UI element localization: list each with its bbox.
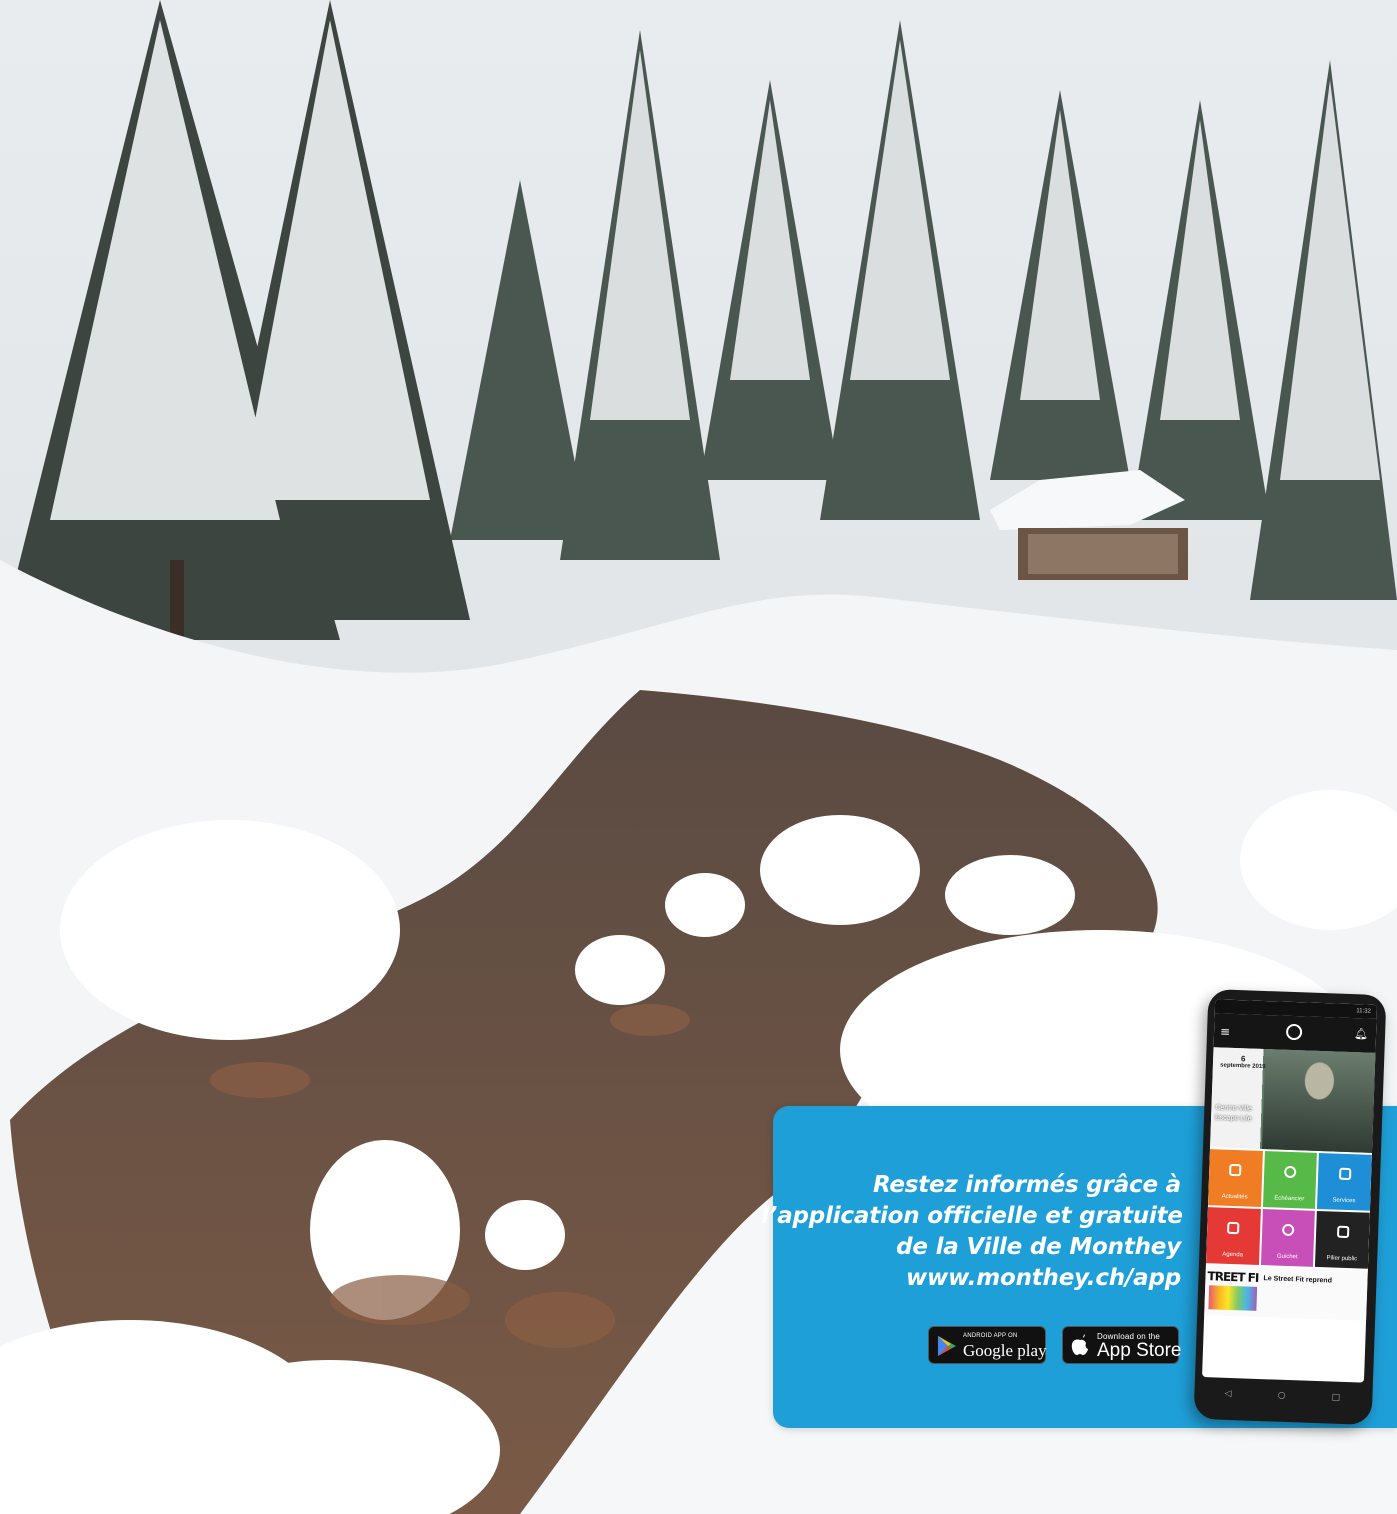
phone-mockup: 11:32 ≡ 🔔︎ 6 septembre 2019 Centre-Ville…	[1193, 989, 1387, 1425]
tile-echeancier[interactable]: Echéancier	[1262, 1151, 1318, 1209]
street-fit-logo: TREET FI	[1207, 1269, 1259, 1285]
promo-line-2: l’application officielle et gratuite	[761, 1203, 1183, 1229]
clock-icon	[1284, 1165, 1297, 1179]
recents-icon[interactable]: □	[1332, 1393, 1341, 1403]
news-item[interactable]: TREET FI Le Street Fit reprend	[1204, 1265, 1368, 1321]
calendar-icon	[1227, 1221, 1240, 1235]
app-store-badge[interactable]: Download on the App Store	[1062, 1326, 1182, 1364]
tile-actualites[interactable]: Actualités	[1208, 1149, 1263, 1207]
tile-services[interactable]: Services	[1317, 1152, 1372, 1211]
tile-guichet[interactable]: Guichet	[1260, 1209, 1316, 1267]
tile-pilier-public[interactable]: Pilier public	[1315, 1210, 1370, 1269]
street-fit-graphic	[1208, 1285, 1258, 1311]
tile-label: Actualités	[1221, 1193, 1248, 1201]
hamburger-menu-icon[interactable]: ≡	[1220, 1024, 1231, 1038]
android-nav-bar: ◁ ○ □	[1201, 1381, 1364, 1411]
google-play-small-text: ANDROID APP ON	[963, 1333, 1018, 1339]
promo-line-1: Restez informés grâce à	[872, 1172, 1181, 1198]
promo-line-3: de la Ville de Monthey	[896, 1234, 1181, 1260]
apple-icon	[1071, 1334, 1088, 1355]
phone-screen: 11:32 ≡ 🔔︎ 6 septembre 2019 Centre-Ville…	[1202, 999, 1378, 1383]
promo-url-link[interactable]: www.monthey.ch/app	[761, 1263, 1181, 1294]
back-icon[interactable]: ◁	[1224, 1389, 1231, 1399]
menu-tiles: Actualités Echéancier Services Agenda Gu…	[1205, 1147, 1372, 1271]
event-hero[interactable]: 6 septembre 2019 Centre-Ville Escape Lif…	[1210, 1047, 1376, 1153]
app-store-label: App Store	[1097, 1340, 1182, 1361]
event-image	[1262, 1049, 1376, 1153]
event-title: Centre-Ville Escape Life	[1215, 1103, 1252, 1124]
promo-text: Restez informés grâce à l’application of…	[761, 1170, 1183, 1294]
bell-icon[interactable]: 🔔︎	[1354, 1027, 1368, 1040]
app-bar: ≡ 🔔︎	[1213, 1013, 1377, 1053]
tile-label: Guichet	[1276, 1253, 1298, 1261]
book-icon	[1336, 1225, 1350, 1239]
flame-icon	[1229, 1163, 1242, 1177]
news-title: Le Street Fit reprend	[1263, 1275, 1333, 1285]
event-date-month: septembre 2019	[1220, 1062, 1266, 1071]
event-date: 6 septembre 2019	[1217, 1053, 1269, 1070]
tile-label: Services	[1332, 1197, 1356, 1205]
google-play-label: Google play	[963, 1341, 1047, 1360]
google-play-badge[interactable]: ANDROID APP ON Google play	[928, 1326, 1047, 1364]
tile-label: Agenda	[1222, 1251, 1244, 1259]
tile-label: Echéancier	[1274, 1195, 1305, 1203]
tile-label: Pilier public	[1326, 1255, 1358, 1263]
google-play-icon	[938, 1336, 956, 1356]
smiley-icon	[1281, 1223, 1295, 1237]
event-title-line-2: Escape Life	[1214, 1114, 1252, 1123]
monthey-logo-icon	[1285, 1023, 1303, 1041]
tile-agenda[interactable]: Agenda	[1205, 1207, 1261, 1265]
contact-card-icon	[1338, 1167, 1352, 1181]
home-icon[interactable]: ○	[1277, 1391, 1285, 1401]
